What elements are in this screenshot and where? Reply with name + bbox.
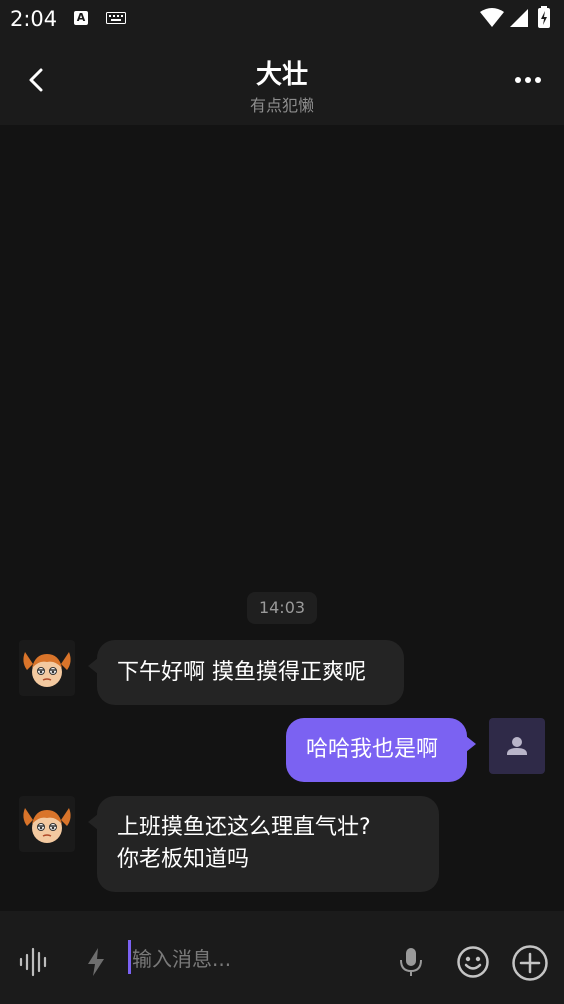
- outgoing-message-bubble[interactable]: 哈哈我也是啊: [286, 718, 476, 782]
- person-icon: [507, 737, 527, 755]
- message-input[interactable]: [128, 943, 382, 975]
- contact-avatar[interactable]: [19, 796, 75, 852]
- message-text-line-1: 上班摸鱼还这么理直气壮?: [117, 815, 371, 840]
- voice-wave-icon[interactable]: [18, 946, 50, 978]
- add-plus-icon[interactable]: [511, 944, 549, 982]
- status-icons: [480, 6, 550, 28]
- incoming-message-bubble[interactable]: 上班摸鱼还这么理直气壮? 你老板知道吗: [88, 796, 439, 892]
- message-list[interactable]: 14:03 下午好啊 摸鱼摸得正爽呢 哈哈我也是啊 上班摸鱼还这么理直气壮? 你…: [0, 125, 564, 911]
- incoming-message-bubble[interactable]: 下午好啊 摸鱼摸得正爽呢: [88, 640, 404, 705]
- cartoon-girl-avatar-icon: [19, 640, 75, 696]
- user-avatar[interactable]: [489, 718, 545, 774]
- status-time: 2:04: [10, 7, 58, 31]
- battery-charging-icon: [538, 6, 550, 28]
- message-text: 下午好啊 摸鱼摸得正爽呢: [117, 660, 366, 685]
- cell-signal-icon: [510, 9, 528, 27]
- message-text-line-2: 你老板知道吗: [117, 847, 250, 872]
- notification-a-icon: A: [74, 11, 88, 25]
- microphone-icon[interactable]: [398, 946, 424, 978]
- contact-avatar[interactable]: [19, 640, 75, 696]
- wifi-icon: [480, 8, 504, 27]
- chat-header: 大壮 有点犯懒: [0, 36, 564, 125]
- message-timestamp: 14:03: [247, 592, 317, 624]
- status-bar: 2:04 A: [0, 0, 564, 36]
- cartoon-girl-avatar-icon: [19, 796, 75, 852]
- emoji-icon[interactable]: [456, 945, 490, 979]
- contact-name: 大壮: [255, 60, 308, 90]
- message-text: 哈哈我也是啊: [306, 737, 439, 762]
- contact-status: 有点犯懒: [249, 96, 314, 115]
- keyboard-icon: [106, 12, 126, 24]
- more-options-icon[interactable]: [514, 72, 542, 88]
- message-input-bar: [0, 911, 564, 1004]
- lightning-icon[interactable]: [84, 946, 108, 978]
